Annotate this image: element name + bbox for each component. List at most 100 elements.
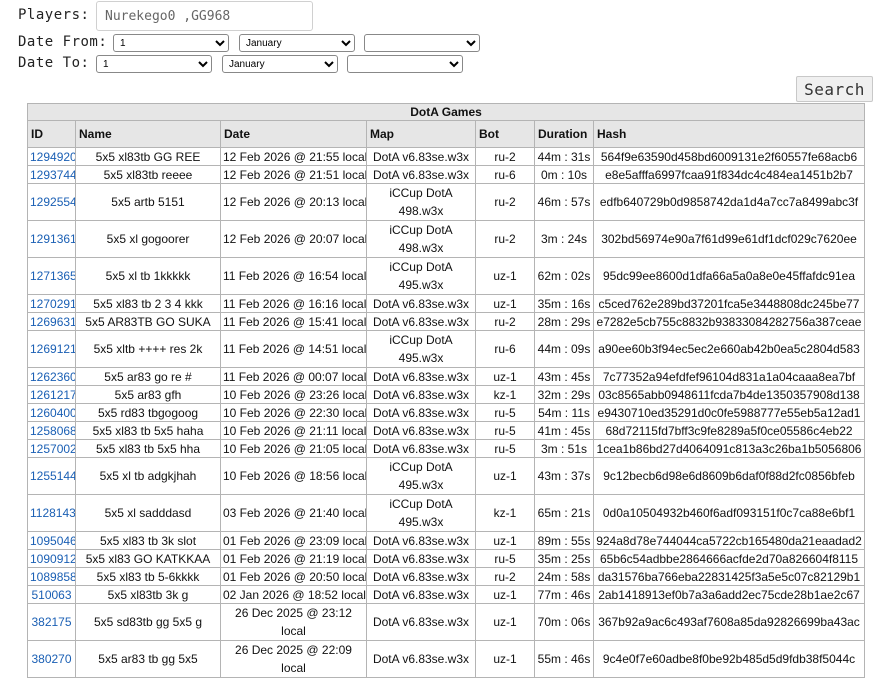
game-id-link[interactable]: 1258068 — [30, 424, 75, 438]
from-month-select[interactable]: January — [239, 34, 355, 52]
game-bot-cell: kz-1 — [475, 385, 535, 404]
game-id-cell: 1257002 — [27, 439, 76, 458]
game-duration-cell: 43m : 37s — [534, 457, 594, 495]
game-duration-cell: 28m : 29s — [534, 312, 594, 331]
game-hash-cell: da31576ba766eba22831425f3a5e5c07c82129b1 — [592, 567, 866, 586]
game-duration-cell: 70m : 06s — [534, 603, 594, 641]
game-id-link[interactable]: 510063 — [31, 588, 71, 602]
game-name-cell: 5x5 artb 5151 — [75, 183, 221, 221]
table-row: 1292554 5x5 artb 5151 12 Feb 2026 @ 20:13 … — [27, 183, 866, 221]
game-map-cell: DotA v6.83se.w3x — [366, 421, 476, 440]
players-input[interactable] — [96, 1, 313, 31]
table-row: 380270 5x5 ar83 tb gg 5x5 26 Dec 2025 @ 22… — [27, 640, 866, 678]
game-map-cell: iCCup DotA 495.w3x — [366, 330, 476, 368]
table-row: 1294920 5x5 xl83tb GG REE 12 Feb 2026 @ 21… — [27, 147, 866, 166]
game-id-link[interactable]: 1128143 — [30, 506, 75, 520]
table-row: 1257002 5x5 xl83 tb 5x5 hha 10 Feb 2026 @ … — [27, 439, 866, 458]
game-date-cell: 01 Feb 2026 @ 21:19 local — [220, 549, 367, 568]
table-row: 1269631 5x5 AR83TB GO SUKA 11 Feb 2026 @ 1… — [27, 312, 866, 331]
table-row: 1269121 5x5 xltb ++++ res 2k 11 Feb 2026 @… — [27, 330, 866, 368]
game-map-cell: DotA v6.83se.w3x — [366, 603, 476, 641]
game-id-cell: 1128143 — [27, 494, 76, 532]
game-date-cell: 10 Feb 2026 @ 22:30 local — [220, 403, 367, 422]
game-id-link[interactable]: 1255144 — [30, 469, 75, 483]
game-name-cell: 5x5 ar83 go re # — [75, 367, 221, 386]
game-id-cell: 380270 — [27, 640, 76, 678]
game-id-link[interactable]: 382175 — [31, 615, 71, 629]
game-duration-cell: 3m : 24s — [534, 220, 594, 258]
game-map-cell: iCCup DotA 498.w3x — [366, 220, 476, 258]
game-date-cell: 11 Feb 2026 @ 14:51 local — [220, 330, 367, 368]
game-map-cell: DotA v6.83se.w3x — [366, 147, 476, 166]
game-duration-cell: 41m : 45s — [534, 421, 594, 440]
game-date-cell: 12 Feb 2026 @ 20:13 local — [220, 183, 367, 221]
game-date-cell: 01 Feb 2026 @ 20:50 local — [220, 567, 367, 586]
games-table: DotA Games ID Name Date Map Bot Duration… — [26, 103, 866, 678]
game-name-cell: 5x5 xl83tb reeee — [75, 165, 221, 184]
game-duration-cell: 46m : 57s — [534, 183, 594, 221]
game-hash-cell: 7c77352a94efdfef96104d831a1a04caaa8ea7bf — [592, 367, 866, 386]
game-id-link[interactable]: 1095046 — [30, 534, 75, 548]
game-duration-cell: 54m : 11s — [534, 403, 594, 422]
game-id-cell: 1294920 — [27, 147, 76, 166]
game-date-cell: 10 Feb 2026 @ 23:26 local — [220, 385, 367, 404]
game-id-cell: 1089858 — [27, 567, 76, 586]
column-header-hash: Hash — [592, 120, 866, 148]
game-id-link[interactable]: 1270291 — [30, 297, 75, 311]
game-map-cell: DotA v6.83se.w3x — [366, 549, 476, 568]
game-date-cell: 11 Feb 2026 @ 15:41 local — [220, 312, 367, 331]
game-bot-cell: uz-1 — [475, 457, 535, 495]
game-duration-cell: 62m : 02s — [534, 257, 594, 295]
game-bot-cell: uz-1 — [475, 367, 535, 386]
game-id-link[interactable]: 1090912 — [30, 552, 75, 566]
game-id-link[interactable]: 1260400 — [30, 406, 75, 420]
table-row: 510063 5x5 xl83tb 3k g 02 Jan 2026 @ 18:52… — [27, 585, 866, 604]
game-id-link[interactable]: 1293744 — [30, 168, 75, 182]
game-date-cell: 10 Feb 2026 @ 18:56 local — [220, 457, 367, 495]
game-date-cell: 02 Jan 2026 @ 18:52 local — [220, 585, 367, 604]
game-name-cell: 5x5 xl83 tb 5-6kkkk — [75, 567, 221, 586]
game-id-link[interactable]: 1261217 — [30, 388, 75, 402]
game-name-cell: 5x5 ar83 gfh — [75, 385, 221, 404]
game-id-link[interactable]: 1291361 — [30, 232, 75, 246]
game-hash-cell: 924a8d78e744044ca5722cb165480da21eaadad2 — [592, 531, 866, 550]
game-id-cell: 1269121 — [27, 330, 76, 368]
game-id-link[interactable]: 380270 — [31, 652, 71, 666]
game-id-cell: 1292554 — [27, 183, 76, 221]
game-id-link[interactable]: 1269121 — [30, 342, 75, 356]
game-duration-cell: 77m : 46s — [534, 585, 594, 604]
from-year-select[interactable] — [364, 34, 480, 52]
game-duration-cell: 55m : 46s — [534, 640, 594, 678]
search-button[interactable]: Search — [796, 76, 873, 102]
game-hash-cell: 0d0a10504932b460f6adf093151f0c7ca88e6bf1 — [592, 494, 866, 532]
game-hash-cell: 9c4e0f7e60adbe8f0be92b485d5d9fdb38f5044c — [592, 640, 866, 678]
to-day-select[interactable]: 1 — [96, 55, 212, 73]
game-id-link[interactable]: 1262360 — [30, 370, 75, 384]
to-year-select[interactable] — [347, 55, 463, 73]
games-table-container: DotA Games ID Name Date Map Bot Duration… — [26, 103, 866, 678]
game-id-link[interactable]: 1292554 — [30, 195, 75, 209]
game-id-link[interactable]: 1257002 — [30, 442, 75, 456]
table-caption: DotA Games — [26, 103, 866, 121]
game-date-cell: 10 Feb 2026 @ 21:05 local — [220, 439, 367, 458]
game-map-cell: DotA v6.83se.w3x — [366, 403, 476, 422]
game-id-link[interactable]: 1269631 — [30, 315, 75, 329]
game-hash-cell: 367b92a9ac6c493af7608a85da92826699ba43ac — [592, 603, 866, 641]
game-name-cell: 5x5 rd83 tbgogoog — [75, 403, 221, 422]
game-id-cell: 1261217 — [27, 385, 76, 404]
table-row: 1095046 5x5 xl83 tb 3k slot 01 Feb 2026 @ … — [27, 531, 866, 550]
table-row: 1258068 5x5 xl83 tb 5x5 haha 10 Feb 2026 @… — [27, 421, 866, 440]
game-hash-cell: 03c8565abb0948611fcda7b4de1350357908d138 — [592, 385, 866, 404]
game-duration-cell: 89m : 55s — [534, 531, 594, 550]
game-id-link[interactable]: 1089858 — [30, 570, 75, 584]
game-bot-cell: ru-2 — [475, 312, 535, 331]
game-id-link[interactable]: 1271365 — [30, 269, 75, 283]
to-month-select[interactable]: January — [222, 55, 338, 73]
game-id-link[interactable]: 1294920 — [30, 150, 75, 164]
game-date-cell: 26 Dec 2025 @ 22:09 local — [220, 640, 367, 678]
table-row: 1271365 5x5 xl tb 1kkkkk 11 Feb 2026 @ 16:… — [27, 257, 866, 295]
game-date-cell: 03 Feb 2026 @ 21:40 local — [220, 494, 367, 532]
game-id-cell: 1269631 — [27, 312, 76, 331]
table-row: 1260400 5x5 rd83 tbgogoog 10 Feb 2026 @ 22… — [27, 403, 866, 422]
from-day-select[interactable]: 1 — [113, 34, 229, 52]
